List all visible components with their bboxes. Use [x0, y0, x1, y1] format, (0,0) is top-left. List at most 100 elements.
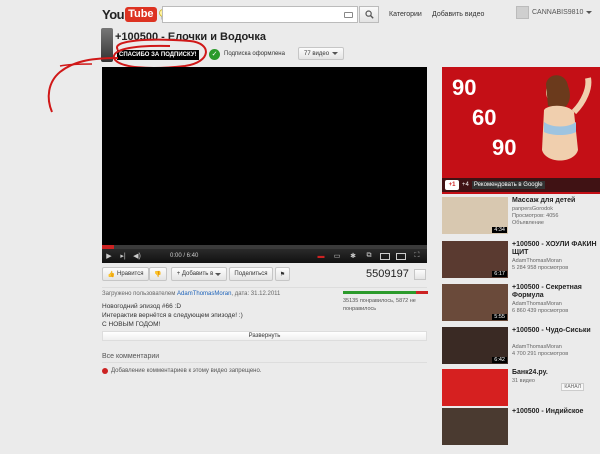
youtube-mini-icon[interactable]: ▬ — [314, 249, 328, 263]
video-title: +100500 - Елочки и Водочка — [115, 31, 267, 43]
flag-icon: ⚑ — [279, 271, 286, 278]
expand-button[interactable]: Развернуть — [102, 331, 427, 341]
next-icon[interactable]: ▸| — [116, 249, 130, 263]
masthead: You Tube Категории Добавить видео CANNAB… — [0, 0, 600, 30]
related-thumbnail[interactable]: 5:55 — [442, 284, 508, 321]
annotations-icon[interactable]: ▭ — [330, 249, 344, 263]
plus-one-count: +4 — [462, 182, 469, 188]
action-bar: 👍 Нравится 👎 + Добавить в Поделиться ⚑ 5… — [102, 267, 427, 287]
thumbs-down-icon: 👎 — [154, 271, 162, 278]
related-video-item[interactable]: 4:34 Массаж для детей panpersGorodok Просмо… — [442, 197, 600, 243]
channel-thumbnail[interactable] — [101, 28, 113, 62]
add-to-label: + Добавить в — [176, 271, 214, 277]
ad-number: 90 — [452, 75, 477, 100]
related-title[interactable]: +100500 - Секретная Формула — [512, 284, 600, 300]
related-meta: 5 284 958 просмотров — [512, 265, 569, 271]
keyboard-icon[interactable] — [344, 12, 353, 18]
volume-icon[interactable]: ◀) — [130, 249, 144, 263]
ad-model-image — [542, 75, 592, 161]
ad-number: 60 — [472, 105, 497, 130]
ad-social-bar: +1 +4 Рекомендовать в Google — [442, 178, 600, 192]
upload-date: , дата: 31.12.2011 — [231, 291, 281, 297]
upload-prefix: Загружено пользователем — [102, 291, 176, 297]
warning-icon — [102, 368, 108, 374]
search-icon — [364, 10, 374, 19]
related-meta: AdamThomasMoran — [512, 344, 562, 350]
play-icon[interactable]: ▶ — [102, 249, 116, 263]
duration-badge: 5:55 — [492, 314, 507, 320]
description-line: С НОВЫМ ГОДОМ! — [102, 321, 161, 328]
like-label: Нравится — [117, 271, 144, 277]
related-meta: panpersGorodok — [512, 206, 553, 212]
fullscreen-icon[interactable]: ⛶ — [410, 249, 424, 263]
related-meta: Просмотров: 4056 — [512, 213, 559, 219]
avatar[interactable] — [516, 6, 529, 19]
related-meta: Объявление — [512, 220, 544, 226]
popout-icon[interactable]: ⧉ — [362, 249, 376, 263]
video-player[interactable]: ▶ ▸| ◀) 0:00 / 6:40 ▬ ▭ ✱ ⧉ ⛶ — [102, 67, 427, 263]
channel-videos-label: 77 видео — [304, 50, 330, 57]
user-menu[interactable]: CANNABIS9810 — [516, 6, 593, 19]
chevron-down-icon[interactable] — [586, 11, 593, 14]
related-thumbnail[interactable] — [442, 369, 508, 406]
comments-heading: Все комментарии — [102, 353, 160, 360]
related-title[interactable]: +100500 - Чудо-Сиськи — [512, 327, 600, 335]
share-label: Поделиться — [234, 271, 268, 277]
stats-icon[interactable] — [414, 269, 426, 280]
related-title[interactable]: +100500 - ХОУЛИ ФАКИН ЩИТ — [512, 241, 600, 257]
add-to-button[interactable]: + Добавить в — [171, 267, 227, 281]
description-line: Интерактив вернётся в следующем эпизоде!… — [102, 312, 243, 319]
related-video-item[interactable]: 6:42 +100500 - Чудо-Сиськи AdamThomasMoran… — [442, 327, 600, 373]
ad-number: 90 — [492, 135, 517, 160]
related-thumbnail[interactable]: 6:42 — [442, 327, 508, 364]
share-button[interactable]: Поделиться — [229, 267, 273, 281]
duration-badge: 6:17 — [492, 271, 507, 277]
username[interactable]: CANNABIS9810 — [532, 9, 583, 16]
theater-icon[interactable] — [378, 249, 392, 263]
related-thumbnail[interactable]: 6:17 — [442, 241, 508, 278]
view-count: 5509197 — [366, 268, 409, 280]
comments-note-text: Добавление комментариев к этому видео за… — [111, 368, 262, 374]
related-thumbnail[interactable]: 4:34 — [442, 197, 508, 234]
chevron-down-icon — [215, 272, 222, 276]
checkmark-icon: ✓ — [209, 49, 220, 60]
related-thumbnail[interactable] — [442, 408, 508, 445]
comments-disabled-note: Добавление комментариев к этому видео за… — [102, 368, 262, 374]
like-button[interactable]: 👍 Нравится — [102, 267, 149, 281]
time-display: 0:00 / 6:40 — [170, 253, 199, 259]
logo-you-text: You — [102, 7, 125, 22]
subscribed-label[interactable]: Подписка оформлена — [224, 51, 285, 57]
like-ratio-fill — [343, 291, 416, 294]
description-line: Новогодний эпизод #66 :D — [102, 303, 182, 310]
related-title[interactable]: Банк24.ру. — [512, 369, 600, 377]
logo-tube-text: Tube — [125, 7, 157, 22]
channel-videos-button[interactable]: 77 видео — [298, 47, 345, 60]
related-meta: 31 видео — [512, 378, 535, 384]
subscribe-thanks-badge: СПАСИБО ЗА ПОДПИСКУ! — [117, 50, 199, 60]
nav-upload[interactable]: Добавить видео — [432, 11, 484, 18]
gear-icon[interactable]: ✱ — [346, 249, 360, 263]
like-ratio-bar — [343, 291, 428, 294]
search-input[interactable] — [163, 7, 343, 22]
related-meta: 6 860 439 просмотров — [512, 308, 569, 314]
related-title[interactable]: Массаж для детей — [512, 197, 600, 205]
related-meta: AdamThomasMoran — [512, 301, 562, 307]
player-controls: ▶ ▸| ◀) 0:00 / 6:40 ▬ ▭ ✱ ⧉ ⛶ — [102, 249, 427, 263]
divider — [102, 287, 427, 288]
recommend-google[interactable]: Рекомендовать в Google — [471, 181, 545, 189]
search-box[interactable] — [162, 6, 358, 23]
dislike-button[interactable]: 👎 — [149, 267, 167, 281]
search-button[interactable] — [359, 6, 379, 23]
google-plus-one-button[interactable]: +1 — [445, 180, 459, 190]
related-video-item[interactable]: 6:17 +100500 - ХОУЛИ ФАКИН ЩИТ AdamThomasM… — [442, 241, 600, 287]
flag-button[interactable]: ⚑ — [275, 267, 290, 281]
sidebar-ad[interactable]: 90 60 90 +1 +4 Рекомендовать в Google — [442, 67, 600, 194]
thumbs-up-icon: 👍 — [107, 271, 115, 278]
chevron-down-icon — [332, 52, 339, 55]
uploader-link[interactable]: AdamThomasMoran — [177, 291, 231, 297]
related-video-item[interactable]: 5:55 +100500 - Секретная Формула AdamThoma… — [442, 284, 600, 330]
youtube-logo[interactable]: You Tube — [102, 7, 167, 22]
likes-summary: 35135 понравилось, 5872 не понравилось — [343, 298, 416, 312]
nav-categories[interactable]: Категории — [389, 11, 422, 18]
large-player-icon[interactable] — [394, 249, 408, 263]
